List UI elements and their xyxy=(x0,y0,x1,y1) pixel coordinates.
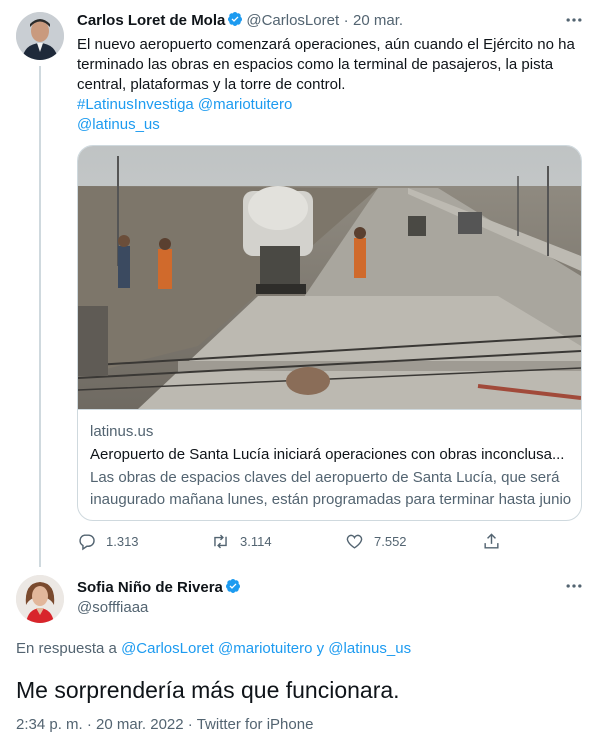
mention-link[interactable]: @latinus_us xyxy=(77,116,160,133)
tweet-date[interactable]: 20 mar. xyxy=(353,12,403,29)
reply-author-avatar[interactable] xyxy=(16,575,64,623)
avatar-portrait xyxy=(16,12,64,60)
reply-text: Me sorprendería más que funcionara. xyxy=(16,677,400,703)
replying-to-mention[interactable]: @latinus_us xyxy=(328,640,411,657)
card-domain: latinus.us xyxy=(90,423,154,440)
retweet-button[interactable]: 3.114 xyxy=(211,532,272,551)
link-card[interactable]: latinus.us Aeropuerto de Santa Lucía ini… xyxy=(77,145,582,521)
mention-link[interactable]: @mariotuitero xyxy=(198,96,292,113)
reply-time[interactable]: 2:34 p. m. xyxy=(16,716,83,733)
reply-meta: 2:34 p. m. · 20 mar. 2022 · Twitter for … xyxy=(16,716,313,733)
hashtag-link[interactable]: #LatinusInvestiga xyxy=(77,96,194,113)
verified-icon xyxy=(225,579,240,593)
avatar-portrait xyxy=(16,575,64,623)
like-icon xyxy=(346,534,363,549)
card-description-line-2: inaugurado mañana lunes, están programad… xyxy=(90,491,572,508)
replying-to-mention[interactable]: @CarlosLoret xyxy=(121,640,214,657)
reply-author-handle[interactable]: @sofffiaaa xyxy=(77,599,148,616)
header-separator: · xyxy=(343,12,349,29)
card-image xyxy=(78,146,581,409)
more-icon-glyph xyxy=(566,18,582,22)
reply-date[interactable]: 20 mar. 2022 xyxy=(96,716,184,733)
meta-separator: · xyxy=(86,716,92,733)
author-name[interactable]: Carlos Loret de Mola xyxy=(77,12,225,29)
card-description-line-1: Las obras de espacios claves del aeropue… xyxy=(90,469,560,486)
replying-to-and: y xyxy=(316,640,325,657)
more-icon[interactable] xyxy=(564,10,584,35)
reply-header: Sofia Niño de Rivera xyxy=(77,578,244,597)
reply-source[interactable]: Twitter for iPhone xyxy=(197,716,314,733)
like-button[interactable]: 7.552 xyxy=(345,532,407,551)
tweet-text-line-1: El nuevo aeropuerto comenzará operacione… xyxy=(77,36,575,53)
meta-separator: · xyxy=(187,716,193,733)
more-icon-glyph xyxy=(566,584,582,588)
author-handle[interactable]: @CarlosLoret xyxy=(246,12,339,29)
thread-line xyxy=(39,66,41,567)
card-title: Aeropuerto de Santa Lucía iniciará opera… xyxy=(90,446,565,463)
replying-to-mention[interactable]: @mariotuitero xyxy=(218,640,312,657)
share-icon xyxy=(484,533,499,549)
replying-to: En respuesta a @CarlosLoret @mariotuiter… xyxy=(16,640,411,657)
tweet-text-line-3: central, plataformas y la torre de contr… xyxy=(77,76,346,93)
tweet-text-line-2: terminado las obras en espacios como la … xyxy=(77,56,554,73)
tweet-text: El nuevo aeropuerto comenzará operacione… xyxy=(77,35,575,135)
retweet-icon xyxy=(214,534,227,549)
reply-author-name[interactable]: Sofia Niño de Rivera xyxy=(77,579,223,596)
author-avatar[interactable] xyxy=(16,12,64,60)
reply-icon xyxy=(79,534,95,551)
verified-icon xyxy=(228,12,243,26)
retweet-count: 3.114 xyxy=(240,534,272,549)
share-button[interactable] xyxy=(482,532,511,551)
reply-count: 1.313 xyxy=(106,534,139,549)
reply-button[interactable]: 1.313 xyxy=(77,532,139,551)
more-icon[interactable] xyxy=(564,576,584,601)
tweet-header: Carlos Loret de Mola @CarlosLoret · 20 ma… xyxy=(77,11,403,30)
like-count: 7.552 xyxy=(374,534,407,549)
card-body: latinus.us Aeropuerto de Santa Lucía ini… xyxy=(78,409,581,520)
replying-to-prefix: En respuesta a xyxy=(16,640,117,657)
